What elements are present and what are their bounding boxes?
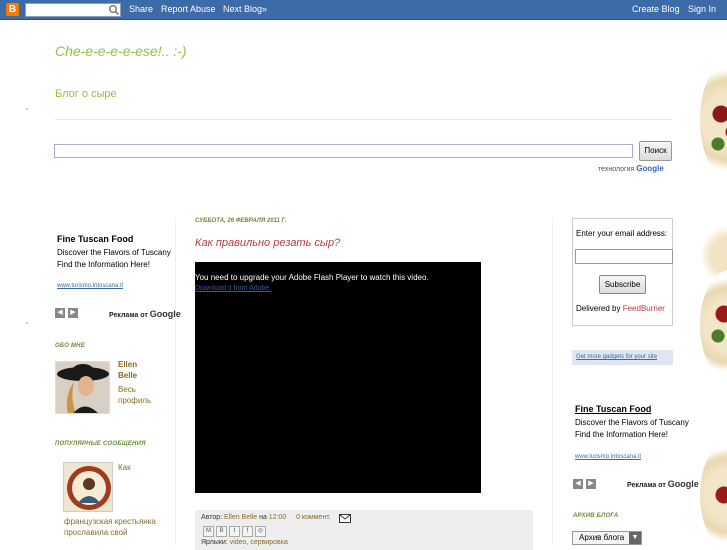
popular-post-excerpt[interactable]: французская крестьянка прославила свой <box>64 516 164 538</box>
powered-by-google: технология Google <box>598 164 664 173</box>
decorative-plate-image <box>700 270 727 380</box>
email-field[interactable] <box>575 249 673 264</box>
blogger-navbar: B Share Report Abuse Next Blog» Create B… <box>0 0 727 20</box>
time-at-label: на <box>259 514 267 521</box>
flash-download-link[interactable]: Download it from Adobe. <box>195 285 271 292</box>
navbar-search-input[interactable] <box>25 3 121 17</box>
share-facebook-icon[interactable]: f <box>242 526 253 537</box>
avatar[interactable] <box>55 361 110 414</box>
share-buzz-icon[interactable]: ◎ <box>255 526 266 537</box>
ads-by-label: Реклама от <box>627 482 666 489</box>
share-twitter-icon[interactable]: t <box>229 526 240 537</box>
comments-link[interactable]: 0 коммент. <box>296 514 331 521</box>
delivered-by-label: Delivered by <box>576 304 621 313</box>
left-column-divider <box>175 218 176 545</box>
ads-by-label: Реклама от <box>109 312 148 319</box>
flash-upgrade-message: You need to upgrade your Adobe Flash Pla… <box>195 273 429 282</box>
right-ads-by-google[interactable]: Реклама от Google <box>627 479 699 489</box>
ad-next-arrow-icon[interactable]: ▶ <box>68 308 78 318</box>
decorative-dot <box>26 108 28 110</box>
post-author-line: Автор: Ellen Belle на 12:00 0 коммент. <box>201 514 331 521</box>
delivered-by: Delivered by FeedBurner <box>576 304 665 313</box>
left-ad-text: Discover the Flavors of Tuscany Find the… <box>57 248 171 269</box>
author-link[interactable]: Ellen Belle <box>224 514 257 521</box>
blog-title[interactable]: Che-e-e-e-e-ese!.. :-) <box>55 43 186 59</box>
post-date-header: СУББОТА, 26 ФЕВРАЛЯ 2011 Г. <box>195 218 287 224</box>
post-title-link[interactable]: Как правильно резать сыр? <box>195 237 340 249</box>
share-email-icon[interactable]: M <box>203 526 214 537</box>
decorative-plate-image <box>700 440 727 550</box>
right-ad-text: Discover the Flavors of Tuscany Find the… <box>575 418 689 439</box>
popular-post-title-link[interactable]: Как <box>118 462 131 473</box>
email-label: Enter your email address: <box>576 229 668 238</box>
search-icon[interactable] <box>108 4 120 16</box>
search-button[interactable]: Поиск <box>639 141 672 161</box>
video-player[interactable] <box>195 262 481 493</box>
ad-next-arrow-icon[interactable]: ▶ <box>586 479 596 489</box>
archive-select-value: Архив блога <box>579 533 625 542</box>
next-blog-link[interactable]: Next Blog» <box>223 4 267 14</box>
left-ads-by-google[interactable]: Реклама от Google <box>109 309 181 319</box>
get-gadgets-link[interactable]: Get more gadgets for your site <box>572 350 673 365</box>
popular-post-thumbnail[interactable] <box>63 462 113 512</box>
chevron-down-icon[interactable]: ▼ <box>629 532 641 544</box>
post-timestamp-link[interactable]: 12:00 <box>269 514 287 521</box>
create-blog-link[interactable]: Create Blog <box>632 4 680 14</box>
header-divider <box>55 119 672 120</box>
archive-heading: АРХИВ БЛОГА <box>573 513 619 519</box>
sign-in-link[interactable]: Sign In <box>688 4 716 14</box>
right-ad-url[interactable]: www.turismo.intoscana.it <box>575 454 641 460</box>
ad-prev-arrow-icon[interactable]: ◀ <box>573 479 583 489</box>
left-ad-title[interactable]: Fine Tuscan Food <box>57 234 133 244</box>
powered-by-label: технология <box>598 166 635 173</box>
decorative-plate-image <box>700 60 727 180</box>
report-abuse-link[interactable]: Report Abuse <box>161 4 216 14</box>
about-heading: ОБО МНЕ <box>55 343 85 349</box>
book-cover-icon <box>64 463 112 511</box>
decorative-dot <box>26 322 28 324</box>
share-link[interactable]: Share <box>129 4 153 14</box>
profile-photo-icon <box>56 362 109 413</box>
popular-posts-heading: ПОПУЛЯРНЫЕ СООБЩЕНИЯ <box>55 441 146 447</box>
google-logo: Google <box>149 309 181 319</box>
google-logo: Google <box>667 479 699 489</box>
view-profile-link[interactable]: Весь профиль <box>118 384 158 406</box>
right-ad-title[interactable]: Fine Tuscan Food <box>575 404 651 414</box>
feedburner-link[interactable]: FeedBurner <box>623 304 665 313</box>
subscribe-button[interactable]: Subscribe <box>599 275 646 294</box>
archive-select[interactable]: Архив блога ▼ <box>572 531 642 545</box>
profile-name-link[interactable]: Ellen Belle <box>118 359 158 381</box>
blogger-logo-icon[interactable]: B <box>6 3 19 16</box>
search-input[interactable] <box>54 144 633 158</box>
author-label: Автор: <box>201 514 223 521</box>
right-column-divider <box>552 218 553 545</box>
ad-prev-arrow-icon[interactable]: ◀ <box>55 308 65 318</box>
email-post-icon[interactable] <box>339 514 351 524</box>
share-blog-icon[interactable]: B <box>216 526 227 537</box>
google-logo: Google <box>636 164 664 173</box>
blog-description: Блог о сыре <box>55 88 117 100</box>
left-ad-url[interactable]: www.turismo.intoscana.it <box>57 283 123 289</box>
